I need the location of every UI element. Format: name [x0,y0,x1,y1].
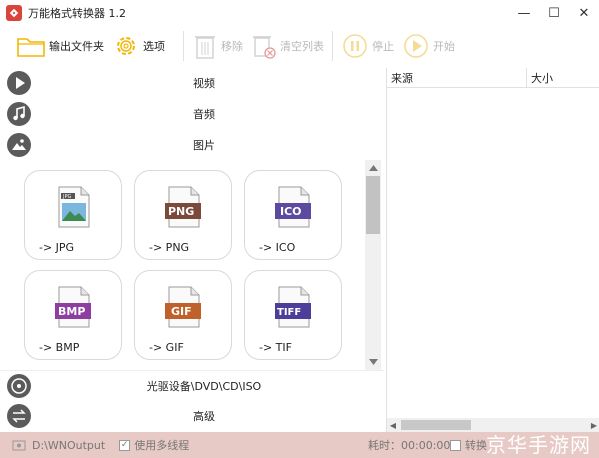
format-tile-gif[interactable]: GIF -> GIF [134,270,232,360]
pause-icon [343,34,367,58]
clear-list-label: 清空列表 [280,40,324,53]
scroll-right-arrow-icon[interactable]: ▶ [588,418,599,432]
start-button[interactable]: 开始 [398,29,459,63]
app-logo-icon [6,5,22,21]
window-title: 万能格式转换器 1.2 [28,7,126,20]
category-image[interactable]: 图片 [0,130,384,160]
column-header-source[interactable]: 来源 [387,68,527,88]
status-bar: D:\WNOutput ✓ 使用多线程 耗时：00:00:00 转换 京华手游网 [0,432,599,458]
output-path-text: D:\WNOutput [32,438,106,452]
category-disc-label: 光驱设备\DVD\CD\ISO [146,379,262,393]
format-caption-tif: -> TIF [259,341,292,354]
format-caption-jpg: -> JPG [39,241,75,254]
format-caption-png: -> PNG [149,241,190,254]
format-tile-jpg[interactable]: JPG -> JPG [24,170,122,260]
play-icon [404,34,428,58]
jpg-file-icon: JPG [55,185,93,232]
category-panel: 视频 音频 图片 JPG -> JPG PNG -> PNG ICO -> IC… [0,68,384,432]
scroll-up-arrow-icon[interactable] [365,160,381,176]
category-video[interactable]: 视频 [0,68,384,98]
clear-list-button[interactable]: 清空列表 [247,29,328,63]
gif-file-icon: GIF [165,285,203,332]
png-file-icon: PNG [165,185,203,232]
format-tile-bmp[interactable]: BMP -> BMP [24,270,122,360]
format-tile-tif[interactable]: TIFF -> TIF [244,270,342,360]
category-advanced[interactable]: 高级 [0,401,384,431]
maximize-button[interactable]: ☐ [539,0,569,26]
convert-label: 转换 [465,439,487,452]
elapsed-time-text: 耗时：00:00:00 [368,439,451,452]
elapsed-time: 耗时：00:00:00 [368,437,450,453]
file-list-hscrollbar[interactable]: ◀ ▶ [387,418,599,432]
trash-icon [195,36,215,59]
category-disc[interactable]: 光驱设备\DVD\CD\ISO [0,370,384,400]
gif-badge: GIF [171,305,192,318]
title-bar: 万能格式转换器 1.2 — ☐ ✕ [0,0,599,26]
category-image-label: 图片 [193,139,215,152]
scroll-down-arrow-icon[interactable] [365,354,381,370]
minimize-button[interactable]: — [509,0,539,26]
svg-text:JPG: JPG [62,194,71,200]
folder-icon [17,38,45,57]
category-video-label: 视频 [193,77,215,90]
options-label: 选项 [143,40,165,53]
bmp-badge: BMP [58,305,85,318]
format-grid: JPG -> JPG PNG -> PNG ICO -> ICO BMP -> … [10,160,362,370]
tiff-badge: TIFF [277,307,301,318]
column-header-size[interactable]: 大小 [527,68,599,88]
start-label: 开始 [433,40,455,53]
category-audio[interactable]: 音频 [0,99,384,129]
tiff-file-icon: TIFF [275,285,313,332]
category-audio-label: 音频 [193,108,215,121]
ico-badge: ICO [280,205,302,218]
toolbar-divider [183,31,184,61]
multithread-label: 使用多线程 [134,439,190,452]
format-tile-png[interactable]: PNG -> PNG [134,170,232,260]
scroll-left-arrow-icon[interactable]: ◀ [387,418,399,432]
remove-label: 移除 [221,40,243,53]
multithread-checkbox[interactable]: ✓ 使用多线程 [119,437,189,453]
hscroll-thumb[interactable] [401,420,471,430]
file-list[interactable]: 来源 大小 ◀ ▶ [386,68,599,432]
bmp-file-icon: BMP [55,285,93,332]
png-badge: PNG [168,205,194,218]
format-caption-gif: -> GIF [149,341,184,354]
output-folder-button[interactable]: 输出文件夹 [12,29,108,63]
scroll-thumb[interactable] [366,176,380,234]
stop-label: 停止 [372,40,394,53]
options-button[interactable]: 选项 [108,29,169,63]
stop-button[interactable]: 停止 [337,29,398,63]
checkbox-box [450,439,461,451]
clear-trash-icon [253,36,276,59]
toolbar: 输出文件夹 选项 移除 清空列表 停止 开始 [0,26,599,66]
window-controls: — ☐ ✕ [509,0,599,26]
gear-icon [117,37,135,55]
output-folder-label: 输出文件夹 [49,40,104,53]
format-caption-bmp: -> BMP [39,341,80,354]
format-caption-ico: -> ICO [259,241,296,254]
ico-file-icon: ICO [275,185,313,232]
format-grid-scrollbar[interactable] [365,160,381,370]
check-icon: ✓ [119,439,131,451]
output-path[interactable]: D:\WNOutput [12,439,105,452]
format-tile-ico[interactable]: ICO -> ICO [244,170,342,260]
close-button[interactable]: ✕ [569,0,599,26]
convert-checkbox[interactable]: 转换 [450,437,487,453]
output-folder-icon [12,440,26,451]
watermark-text: 京华手游网 [486,433,591,457]
remove-button[interactable]: 移除 [188,29,247,63]
category-advanced-label: 高级 [193,410,215,423]
toolbar-divider [332,31,333,61]
